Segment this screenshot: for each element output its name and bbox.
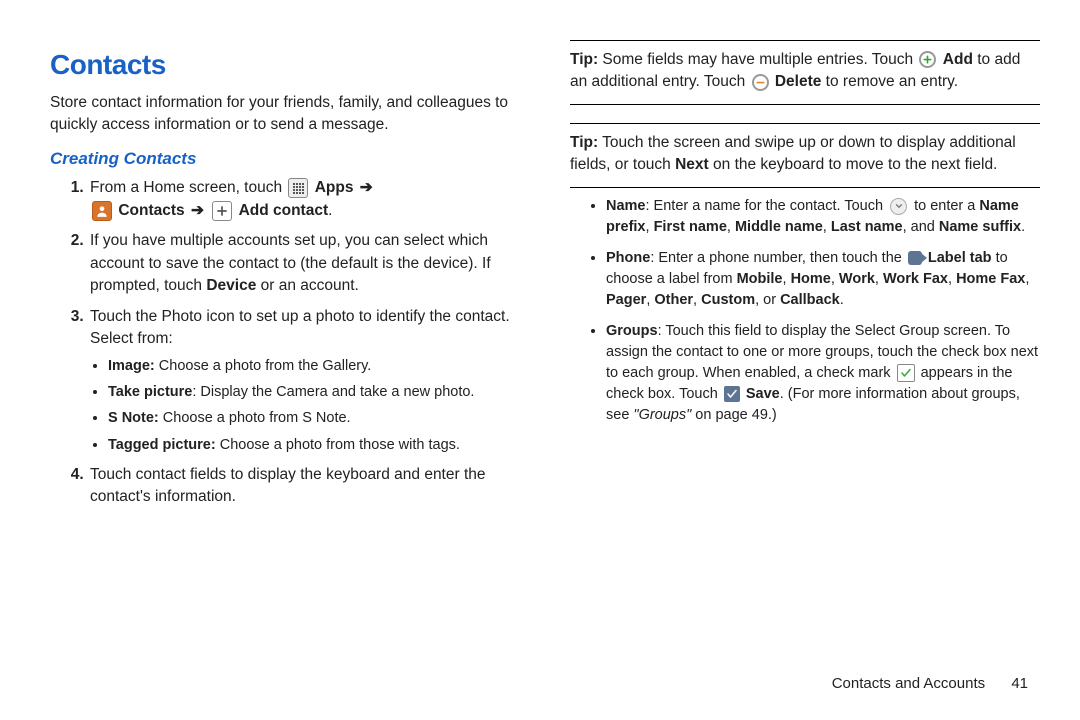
tip-2: Tip: Touch the screen and swipe up or do… — [570, 132, 1040, 177]
opt-tagged-t: Choose a photo from those with tags. — [216, 437, 460, 453]
contacts-label: Contacts — [118, 202, 184, 219]
step-3: Touch the Photo icon to set up a photo t… — [88, 306, 520, 456]
opt-snote-b: S Note: — [108, 410, 159, 426]
groups-t4: on page 49.) — [691, 407, 776, 423]
step-1-text-a: From a Home screen, touch — [90, 179, 286, 196]
section-title: Contacts — [50, 45, 520, 86]
tip-1-label: Tip: — [570, 51, 598, 68]
right-column: Tip: Some fields may have multiple entri… — [560, 30, 1040, 700]
first-name: First name — [654, 219, 727, 235]
opt-image-b: Image: — [108, 358, 155, 374]
arrow-1: ➔ — [358, 179, 375, 196]
field-name: Name: Enter a name for the contact. Touc… — [606, 196, 1040, 238]
add-label: Add — [943, 51, 973, 68]
intro-text: Store contact information for your frien… — [50, 92, 520, 137]
opt-snote-t: Choose a photo from S Note. — [159, 410, 351, 426]
next-label: Next — [675, 156, 709, 173]
arrow-2: ➔ — [189, 202, 210, 219]
page-footer: Contacts and Accounts 41 — [832, 675, 1028, 692]
contacts-icon — [92, 201, 112, 221]
apps-label: Apps — [315, 179, 354, 196]
page-number: 41 — [1011, 675, 1028, 692]
tip-1-text-d: to remove an entry. — [821, 73, 958, 90]
step-4-text: Touch contact fields to display the keyb… — [90, 466, 486, 505]
opt-image: Image: Choose a photo from the Gallery. — [108, 356, 520, 377]
chapter-name: Contacts and Accounts — [832, 675, 985, 692]
add-contact-icon — [212, 201, 232, 221]
delete-label: Delete — [775, 73, 822, 90]
last-name: Last name — [831, 219, 903, 235]
tip-1: Tip: Some fields may have multiple entri… — [570, 49, 1040, 94]
step-3-text: Touch the Photo icon to set up a photo t… — [90, 308, 510, 347]
step-1: From a Home screen, touch Apps ➔ Contact… — [88, 177, 520, 222]
plus-icon — [919, 51, 936, 68]
opt-take-b: Take picture — [108, 384, 192, 400]
minus-icon — [752, 74, 769, 91]
field-phone: Phone: Enter a phone number, then touch … — [606, 248, 1040, 311]
name-label: Name — [606, 198, 646, 214]
phone-label: Phone — [606, 250, 650, 266]
opt-tagged-b: Tagged picture: — [108, 437, 216, 453]
tip-separator-bot-2 — [570, 187, 1040, 188]
left-column: Contacts Store contact information for y… — [50, 30, 520, 700]
opt-image-t: Choose a photo from the Gallery. — [155, 358, 372, 374]
photo-options-list: Image: Choose a photo from the Gallery. … — [90, 356, 520, 455]
field-list: Name: Enter a name for the contact. Touc… — [592, 196, 1040, 426]
page: Contacts Store contact information for y… — [0, 0, 1080, 720]
name-t2: to enter a — [914, 198, 979, 214]
opt-snote: S Note: Choose a photo from S Note. — [108, 408, 520, 429]
label-tab-label: Label tab — [928, 250, 992, 266]
device-label: Device — [206, 277, 256, 294]
step-4: Touch contact fields to display the keyb… — [88, 464, 520, 509]
save-icon — [724, 386, 740, 402]
name-t1: : Enter a name for the contact. Touch — [646, 198, 888, 214]
groups-label: Groups — [606, 323, 658, 339]
tip-separator-top-2 — [570, 123, 1040, 124]
field-groups: Groups: Touch this field to display the … — [606, 321, 1040, 426]
tip-separator-top-1 — [570, 40, 1040, 41]
save-label: Save — [746, 386, 780, 402]
steps-list: From a Home screen, touch Apps ➔ Contact… — [50, 177, 520, 508]
groups-ref: "Groups" — [633, 407, 691, 423]
apps-icon — [288, 178, 308, 198]
tip-2-label: Tip: — [570, 134, 598, 151]
tip-separator-bot-1 — [570, 104, 1040, 105]
opt-tagged: Tagged picture: Choose a photo from thos… — [108, 435, 520, 456]
tip-1-text-b: Some fields may have multiple entries. T… — [598, 51, 917, 68]
opt-take-t: : Display the Camera and take a new phot… — [192, 384, 474, 400]
add-contact-label: Add contact — [239, 202, 329, 219]
opt-take: Take picture: Display the Camera and tak… — [108, 382, 520, 403]
name-suffix: Name suffix — [939, 219, 1021, 235]
subsection-title: Creating Contacts — [50, 147, 520, 172]
step-2-end: or an account. — [256, 277, 359, 294]
checkmark-icon — [897, 364, 915, 382]
label-tab-icon — [908, 251, 922, 265]
step-2: If you have multiple accounts set up, yo… — [88, 230, 520, 297]
phone-t1: : Enter a phone number, then touch the — [650, 250, 906, 266]
expand-icon — [890, 198, 907, 215]
middle-name: Middle name — [735, 219, 823, 235]
tip-2-text-c: on the keyboard to move to the next fiel… — [709, 156, 998, 173]
